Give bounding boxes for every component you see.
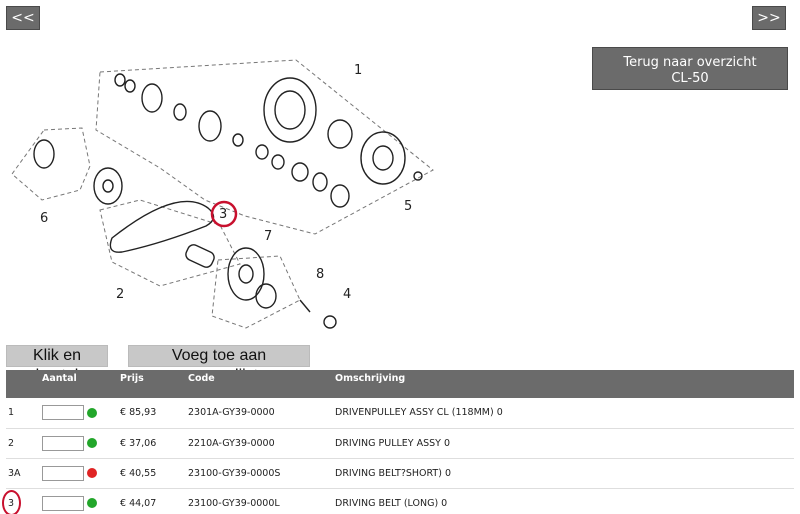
callout-label-2: 2 [116, 287, 124, 302]
callout-label-3: 3 [219, 207, 227, 222]
parts-table: Aantal Prijs Code Omschrijving 1 € 85,93… [2, 370, 794, 514]
callout-label-5: 5 [404, 199, 412, 214]
row-ref: 3A [6, 458, 42, 489]
row-quantity-cell [42, 458, 120, 489]
previous-button[interactable]: << [6, 6, 40, 30]
table-row: 3 € 44,07 23100-GY39-0000L DRIVING BELT … [2, 488, 794, 514]
row-ref: 2 [6, 428, 42, 459]
back-button-line1: Terug naar overzicht [623, 55, 757, 70]
row-price: € 44,07 [120, 488, 188, 514]
row-ref-cell: 3 [2, 488, 42, 514]
callout-label-6: 6 [40, 211, 48, 226]
quantity-input[interactable] [42, 405, 84, 421]
quantity-input[interactable] [42, 465, 84, 481]
back-to-overview-button[interactable]: Terug naar overzicht CL-50 [592, 47, 788, 90]
availability-indicator [87, 438, 97, 448]
callout-label-7: 7 [264, 229, 272, 244]
header-description: Omschrijving [335, 370, 794, 398]
row-quantity-cell [42, 488, 120, 514]
highlight-ring [2, 489, 21, 514]
callout-label-8: 8 [316, 267, 324, 282]
row-code: 23100-GY39-0000L [188, 488, 335, 514]
callout-label-4: 4 [343, 287, 351, 302]
row-code: 2210A-GY39-0000 [188, 428, 335, 459]
availability-indicator [87, 407, 97, 418]
row-ref: 1 [6, 398, 42, 429]
header-code: Code [188, 370, 335, 398]
quantity-input[interactable] [42, 435, 84, 451]
availability-indicator [87, 468, 97, 478]
add-to-wishlist-button[interactable]: Voeg toe aan wensenlijst [128, 345, 310, 384]
row-code: 23100-GY39-0000S [188, 458, 335, 489]
header-quantity: Aantal [42, 370, 120, 398]
table-row: 3A € 40,55 23100-GY39-0000S DRIVING BELT… [6, 458, 794, 489]
quantity-input[interactable] [42, 495, 84, 511]
table-row: 1 € 85,93 2301A-GY39-0000 DRIVENPULLEY A… [6, 398, 794, 429]
row-description: DRIVING BELT?SHORT) 0 [335, 458, 794, 489]
order-button[interactable]: Klik en bestel [6, 345, 108, 384]
table-row: 2 € 37,06 2210A-GY39-0000 DRIVING PULLEY… [6, 428, 794, 459]
row-price: € 37,06 [120, 428, 188, 459]
row-price: € 40,55 [120, 458, 188, 489]
row-quantity-cell [42, 428, 120, 459]
row-code: 2301A-GY39-0000 [188, 398, 335, 429]
header-price: Prijs [120, 370, 188, 398]
availability-indicator [87, 498, 97, 508]
header-ref [6, 370, 42, 398]
row-description: DRIVING BELT (LONG) 0 [335, 488, 794, 514]
callout-label-1: 1 [354, 63, 362, 78]
row-quantity-cell [42, 398, 120, 429]
row-description: DRIVING PULLEY ASSY 0 [335, 428, 794, 459]
row-price: € 85,93 [120, 398, 188, 429]
exploded-parts-diagram: 1 2 3 4 5 6 7 8 [11, 59, 434, 329]
next-button[interactable]: >> [752, 6, 786, 30]
back-button-line2: CL-50 [671, 71, 709, 86]
row-description: DRIVENPULLEY ASSY CL (118MM) 0 [335, 398, 794, 429]
table-header-row: Aantal Prijs Code Omschrijving [6, 370, 794, 398]
